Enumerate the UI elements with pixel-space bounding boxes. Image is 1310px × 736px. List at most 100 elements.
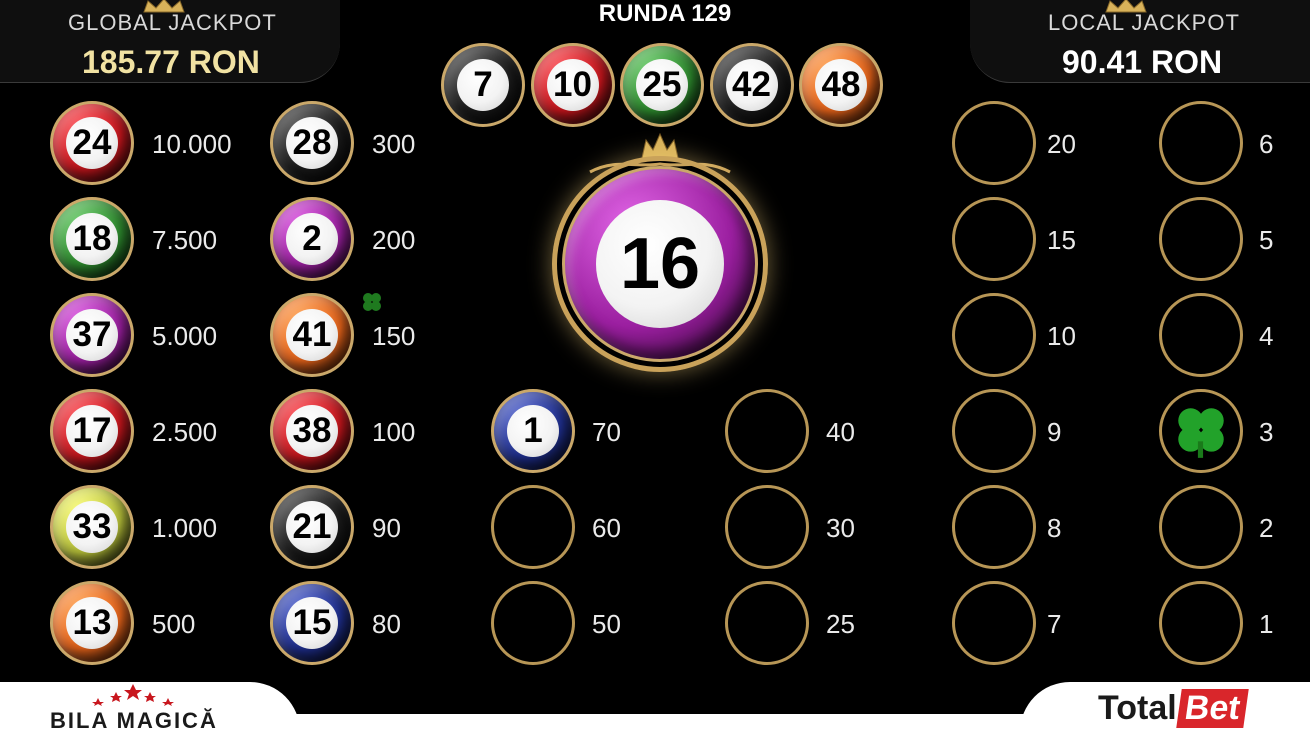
empty-slot: [1159, 485, 1243, 569]
ball-slot: 24: [50, 101, 134, 185]
ball-slot: 38: [270, 389, 354, 473]
drawn-ball-number: 48: [815, 59, 867, 111]
prize-value: 200: [372, 225, 416, 255]
prize-value: 300: [372, 129, 416, 159]
empty-slot: [1159, 389, 1243, 473]
empty-slot: [1159, 197, 1243, 281]
clover-icon: [363, 293, 381, 311]
empty-slot: [491, 581, 575, 665]
ball-slot: 33: [50, 485, 134, 569]
ball-slot-number: 37: [66, 309, 118, 361]
prize-value: 10.000: [152, 129, 232, 159]
drawn-ball-number: 7: [457, 59, 509, 111]
ball-slot: 1: [491, 389, 575, 473]
ball-slot-number: 24: [66, 117, 118, 169]
empty-slot: [952, 197, 1036, 281]
prize-value: 100: [372, 417, 416, 447]
prize-value: 10: [1047, 321, 1076, 351]
ball-slot-number: 21: [286, 501, 338, 553]
empty-slot: [1159, 293, 1243, 377]
brand-totalbet: Total Bet: [1098, 688, 1249, 728]
ball-slot-number: 41: [286, 309, 338, 361]
drawn-ball-number: 42: [725, 59, 778, 111]
prize-value: 5: [1259, 225, 1274, 255]
ball-slot: 18: [50, 197, 134, 281]
local-jackpot-title: LOCAL JACKPOT: [1048, 10, 1240, 35]
ball-slot-number: 2: [286, 213, 338, 265]
drawn-ball: 25: [620, 43, 704, 127]
empty-slot: [952, 581, 1036, 665]
global-jackpot-title: GLOBAL JACKPOT: [68, 10, 277, 35]
round-title: RUNDA 129: [598, 0, 732, 27]
empty-slot: [725, 389, 809, 473]
ball-slot-number: 15: [286, 597, 338, 649]
ball-slot: 21: [270, 485, 354, 569]
prize-value: 9: [1047, 417, 1062, 447]
drawn-ball-number: 25: [636, 59, 688, 111]
drawn-ball: 7: [441, 43, 525, 127]
drawn-ball: 42: [709, 43, 794, 127]
ball-slot-number: 18: [66, 213, 118, 265]
prize-value: 6: [1259, 129, 1274, 159]
local-jackpot-value: 90.41 RON: [1062, 44, 1223, 80]
empty-slot: [952, 293, 1036, 377]
prize-value: 90: [372, 513, 401, 543]
prize-value: 40: [826, 417, 855, 447]
empty-slot: [952, 389, 1036, 473]
prize-value: 1: [1259, 609, 1274, 639]
current-ball: 16: [562, 166, 758, 362]
prize-value: 60: [592, 513, 621, 543]
ball-slot-number: 33: [66, 501, 118, 553]
footer-left-panel: BILA MAGICĂ: [0, 682, 300, 736]
prize-value: 2: [1259, 513, 1274, 543]
prize-value: 25: [826, 609, 855, 639]
prize-value: 20: [1047, 129, 1076, 159]
ball-slot: 41: [270, 293, 354, 377]
ball-slot-number: 13: [66, 597, 118, 649]
global-jackpot-value: 185.77 RON: [82, 44, 260, 80]
drawn-ball: 48: [799, 43, 883, 127]
ball-slot-number: 38: [286, 405, 338, 457]
clover-icon: [1178, 408, 1224, 458]
drawn-ball-number: 10: [546, 59, 599, 111]
ball-slot: 37: [50, 293, 134, 377]
brand-bila-magica: BILA MAGICĂ: [50, 708, 218, 733]
brand-totalbet-bet: Bet: [1175, 688, 1249, 728]
prize-value: 30: [826, 513, 855, 543]
brand-totalbet-total: Total: [1098, 688, 1177, 727]
prize-value: 7: [1047, 609, 1062, 639]
prize-value: 5.000: [152, 321, 218, 351]
empty-slot: [952, 101, 1036, 185]
local-jackpot-panel: LOCAL JACKPOT 90.41 RON: [970, 0, 1310, 83]
prize-value: 80: [372, 609, 401, 639]
stars-icon: [92, 684, 174, 706]
prize-value: 2.500: [152, 417, 218, 447]
ball-slot-number: 17: [66, 405, 118, 457]
ball-slot: 17: [50, 389, 134, 473]
prize-value: 500: [152, 609, 196, 639]
ball-slot: 13: [50, 581, 134, 665]
empty-slot: [725, 581, 809, 665]
prize-value: 4: [1259, 321, 1274, 351]
current-ball-number: 16: [596, 200, 724, 328]
ball-slot-number: 1: [507, 405, 559, 457]
ball-slot: 2: [270, 197, 354, 281]
ball-slot: 15: [270, 581, 354, 665]
prize-value: 70: [592, 417, 621, 447]
prize-value: 7.500: [152, 225, 218, 255]
empty-slot: [952, 485, 1036, 569]
empty-slot: [1159, 101, 1243, 185]
prize-value: 1.000: [152, 513, 218, 543]
ball-slot-number: 28: [286, 117, 338, 169]
global-jackpot-panel: GLOBAL JACKPOT 185.77 RON: [0, 0, 340, 83]
empty-slot: [1159, 581, 1243, 665]
footer-right-panel: Total Bet: [1020, 682, 1310, 736]
prize-value: 8: [1047, 513, 1062, 543]
prize-value: 15: [1047, 225, 1076, 255]
current-ball-frame: 16: [548, 128, 772, 372]
empty-slot: [725, 485, 809, 569]
prize-value: 3: [1259, 417, 1274, 447]
drawn-ball: 10: [530, 43, 615, 127]
empty-slot: [491, 485, 575, 569]
prize-value: 50: [592, 609, 621, 639]
